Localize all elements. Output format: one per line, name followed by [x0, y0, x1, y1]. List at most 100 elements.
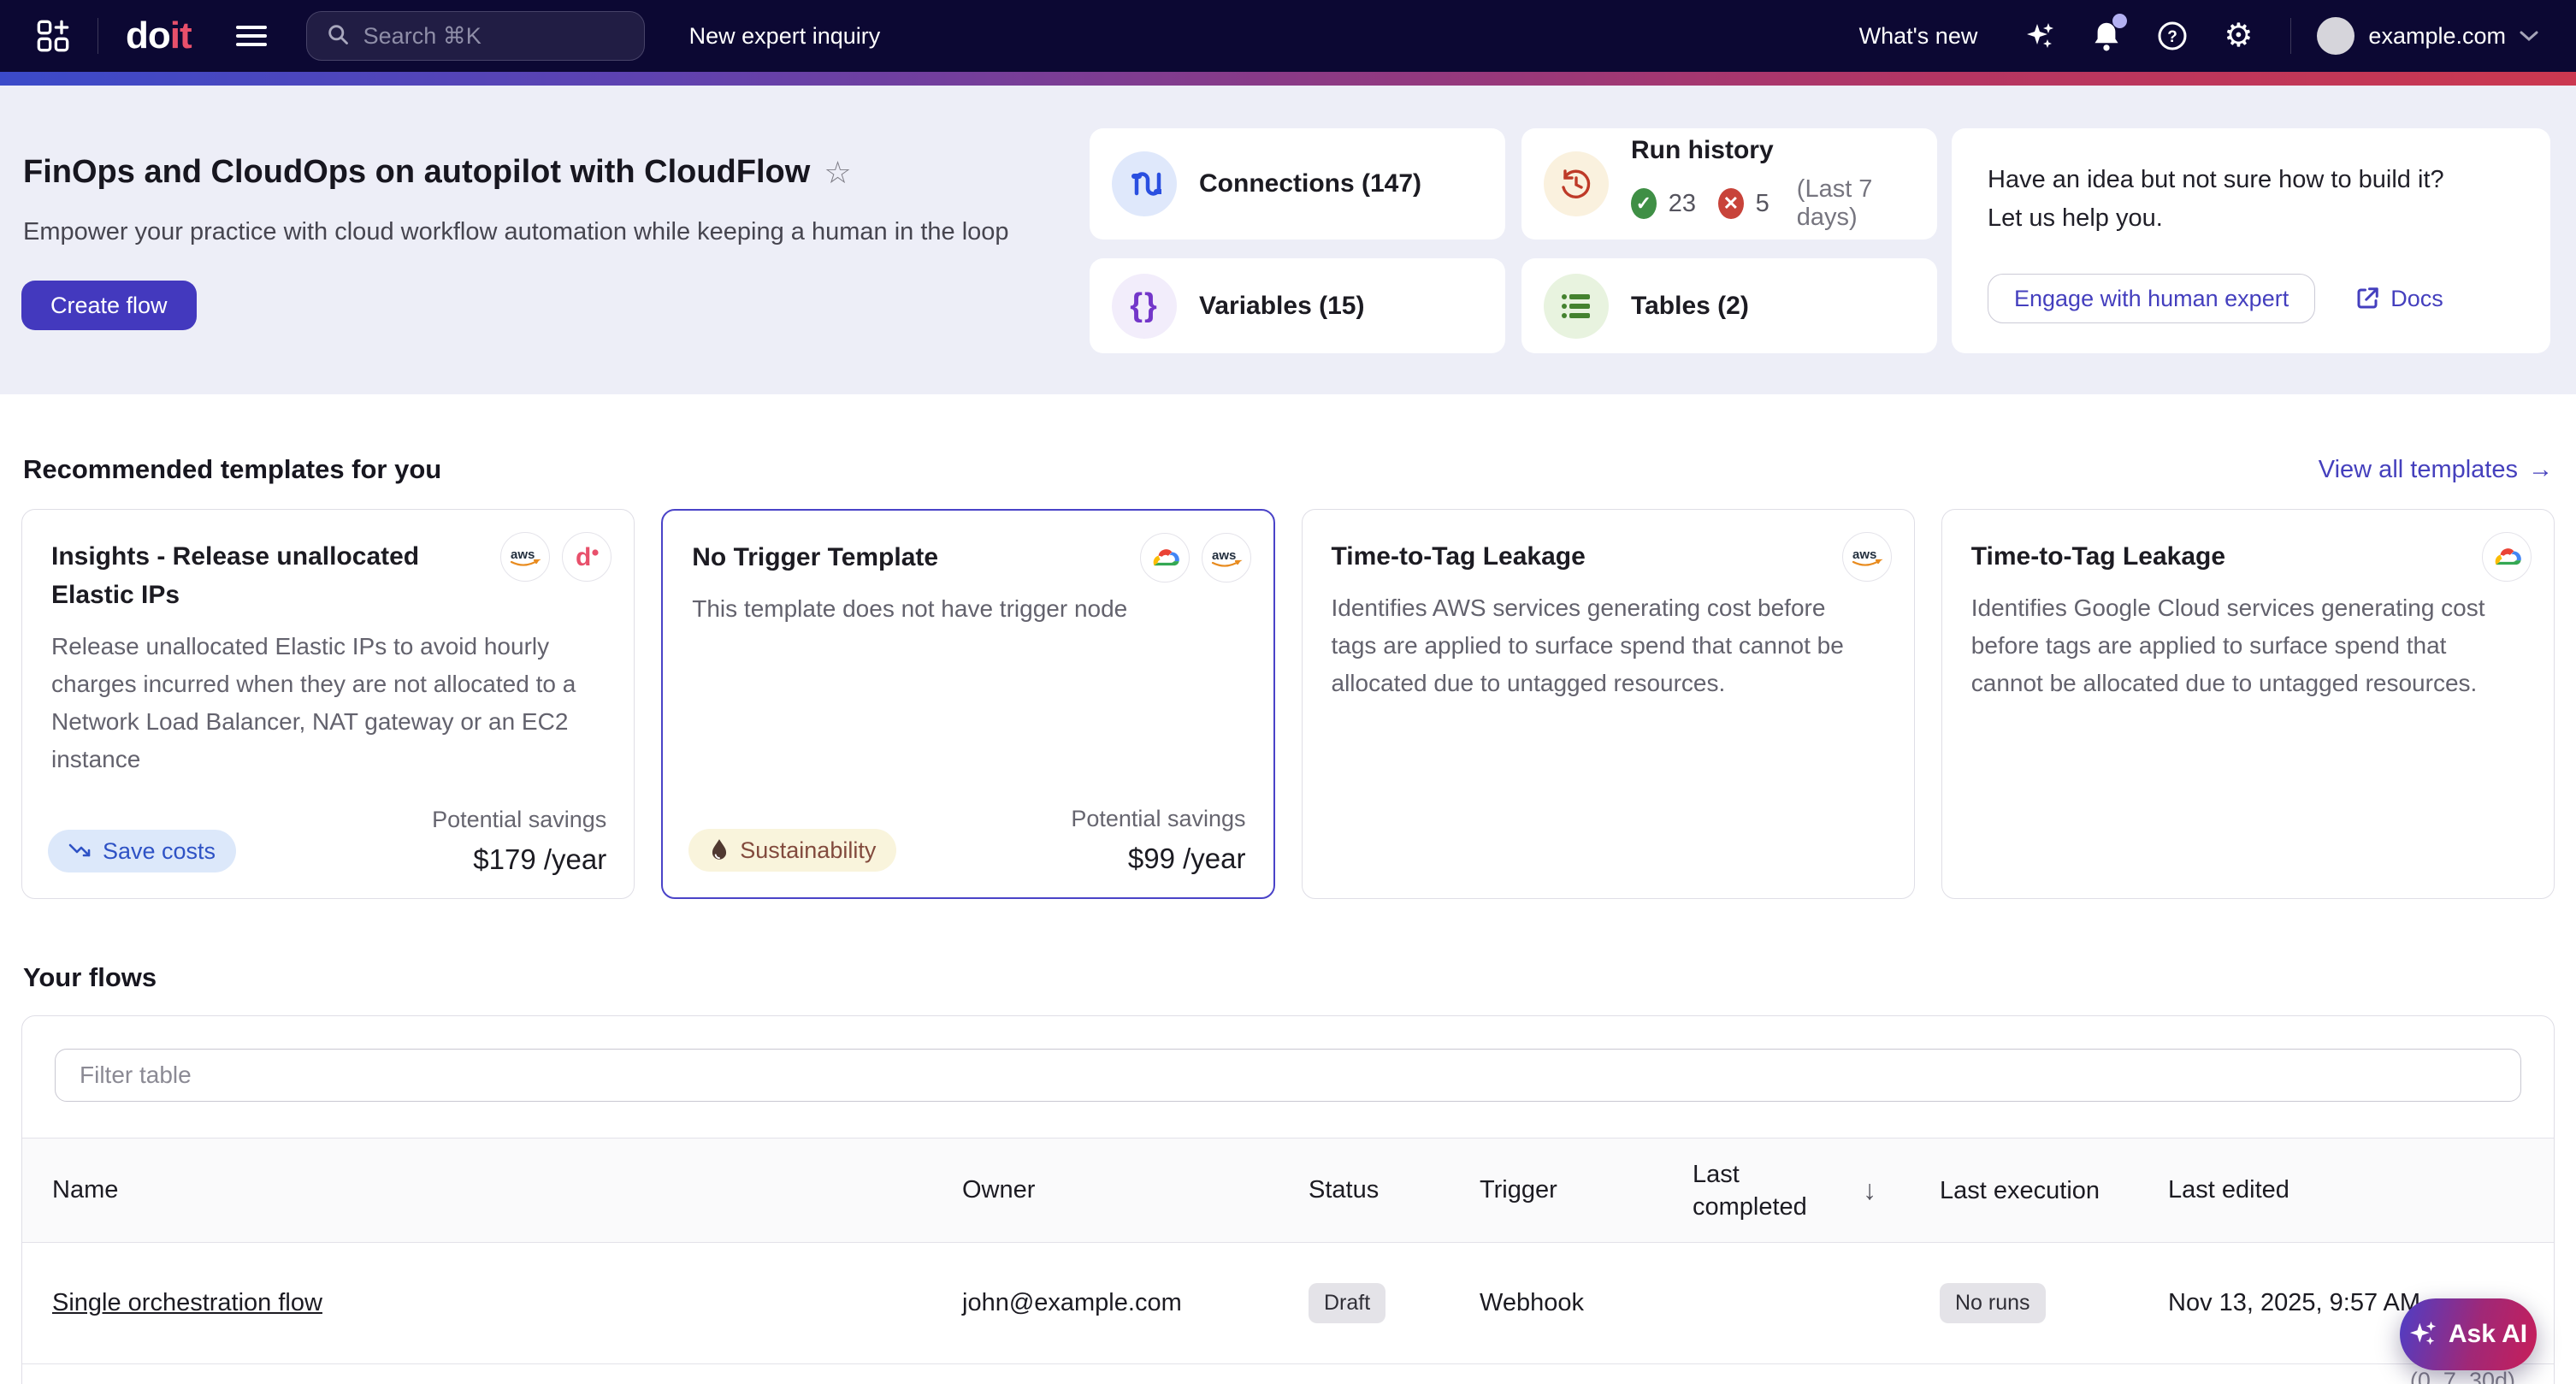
- templates-heading: Recommended templates for you: [23, 454, 441, 485]
- view-all-templates-link[interactable]: View all templates →: [2319, 456, 2553, 484]
- column-header-status[interactable]: Status: [1309, 1176, 1480, 1204]
- column-header-name[interactable]: Name: [52, 1176, 962, 1204]
- expert-line-1: Have an idea but not sure how to build i…: [1988, 161, 2514, 199]
- column-header-owner[interactable]: Owner: [962, 1176, 1309, 1204]
- navbar-right: What's new ? ⚙ example.com: [1859, 17, 2540, 55]
- status-badge: Draft: [1309, 1283, 1385, 1323]
- savings-label: Potential savings: [1071, 806, 1245, 832]
- docs-link[interactable]: Docs: [2354, 286, 2443, 312]
- column-header-last-execution[interactable]: Last execution: [1940, 1174, 2168, 1207]
- connections-card[interactable]: Connections (147): [1090, 128, 1505, 240]
- create-flow-button[interactable]: Create flow: [21, 281, 197, 330]
- sort-descending-icon[interactable]: ↓: [1863, 1174, 1876, 1206]
- help-icon[interactable]: ?: [2157, 21, 2188, 51]
- filter-table-input[interactable]: [55, 1049, 2521, 1102]
- page-subtitle: Empower your practice with cloud workflo…: [23, 218, 1009, 246]
- account-name[interactable]: example.com: [2368, 23, 2506, 50]
- template-description: Identifies Google Cloud services generat…: [1971, 589, 2525, 702]
- navbar-divider: [97, 18, 98, 54]
- search-input[interactable]: Search ⌘K: [306, 11, 645, 61]
- app-launcher-icon[interactable]: [36, 19, 70, 53]
- template-card-no-trigger[interactable]: aws No Trigger Template This template do…: [661, 509, 1274, 899]
- svg-text:?: ?: [2168, 28, 2178, 46]
- ai-sparkles-icon[interactable]: [2025, 21, 2056, 51]
- svg-text:aws: aws: [1852, 547, 1876, 562]
- tables-card[interactable]: Tables (2): [1521, 258, 1937, 353]
- expert-help-card: Have an idea but not sure how to build i…: [1952, 128, 2550, 353]
- settings-gear-icon[interactable]: ⚙: [2224, 20, 2253, 52]
- expert-line-2: Let us help you.: [1988, 199, 2514, 238]
- chip-label: Sustainability: [740, 837, 876, 864]
- flow-name-link[interactable]: Single orchestration flow: [52, 1289, 322, 1316]
- navbar-divider-right: [2290, 18, 2291, 54]
- chevron-down-icon[interactable]: [2518, 28, 2540, 44]
- template-card-time-to-tag-gcp[interactable]: Time-to-Tag Leakage Identifies Google Cl…: [1941, 509, 2555, 899]
- flow-status-cell: Draft: [1309, 1283, 1480, 1323]
- notifications-bell-icon[interactable]: [2092, 21, 2121, 51]
- table-row: Single orchestration flow john@example.c…: [22, 1243, 2554, 1364]
- variables-icon: {}: [1112, 274, 1177, 339]
- flow-name-cell: Single orchestration flow: [52, 1289, 962, 1317]
- chip-label: Save costs: [103, 838, 216, 865]
- table-header-row: Name Owner Status Trigger Last completed…: [22, 1138, 2554, 1243]
- doit-logo-icon: d: [562, 532, 612, 582]
- page-title-text: FinOps and CloudOps on autopilot with Cl…: [23, 154, 810, 191]
- google-cloud-logo-icon: [2482, 532, 2532, 582]
- run-history-title: Run history: [1631, 136, 1915, 165]
- google-cloud-logo-icon: [1140, 533, 1190, 583]
- savings-block: Potential savings $179 /year: [432, 807, 606, 876]
- template-description: Identifies AWS services generating cost …: [1332, 589, 1885, 702]
- search-placeholder: Search ⌘K: [363, 23, 482, 50]
- ask-ai-button[interactable]: Ask AI: [2400, 1298, 2537, 1370]
- clipped-footer-fragment: (0, 7, 30d): [22, 1368, 2554, 1384]
- run-history-stats: ✓ 23 ✕ 5 (Last 7 days): [1631, 175, 1915, 232]
- sparkles-icon: [2409, 1320, 2438, 1349]
- template-description: This template does not have trigger node: [692, 590, 1244, 628]
- column-header-last-edited[interactable]: Last edited: [2168, 1176, 2554, 1204]
- templates-header: Recommended templates for you View all t…: [23, 454, 2553, 485]
- logo-do: do: [126, 15, 170, 57]
- last-completed-label: Last completed: [1693, 1158, 1842, 1223]
- docs-label: Docs: [2390, 286, 2443, 312]
- avatar[interactable]: [2317, 17, 2354, 55]
- doit-logo[interactable]: doit: [126, 15, 192, 57]
- flow-owner-cell: john@example.com: [962, 1289, 1309, 1317]
- trending-down-icon: [68, 841, 92, 861]
- variables-card[interactable]: {} Variables (15): [1090, 258, 1505, 353]
- connections-icon: [1112, 151, 1177, 216]
- new-expert-inquiry-link[interactable]: New expert inquiry: [689, 23, 881, 50]
- tables-icon: [1544, 274, 1609, 339]
- search-icon: [326, 22, 350, 50]
- success-count: 23: [1669, 190, 1696, 218]
- favorite-star-icon[interactable]: ☆: [824, 155, 851, 191]
- svg-text:aws: aws: [511, 547, 535, 562]
- ask-ai-label: Ask AI: [2449, 1320, 2527, 1349]
- aws-logo-icon: aws: [1202, 533, 1251, 583]
- template-title: Time-to-Tag Leakage: [1332, 537, 1759, 576]
- column-header-last-completed[interactable]: Last completed ↓: [1693, 1158, 1940, 1223]
- flow-trigger-cell: Webhook: [1480, 1289, 1693, 1317]
- template-card-time-to-tag-aws[interactable]: aws Time-to-Tag Leakage Identifies AWS s…: [1302, 509, 1915, 899]
- your-flows-heading: Your flows: [23, 962, 2553, 993]
- hero-section: FinOps and CloudOps on autopilot with Cl…: [0, 86, 2576, 394]
- logo-it: it: [170, 15, 192, 57]
- template-card-elastic-ips[interactable]: aws d Insights - Release unallocated Ela…: [21, 509, 635, 899]
- save-costs-chip: Save costs: [48, 830, 236, 872]
- svg-text:d: d: [576, 543, 591, 571]
- template-title: No Trigger Template: [692, 538, 1120, 577]
- template-cards-row: aws d Insights - Release unallocated Ela…: [21, 509, 2555, 899]
- run-history-icon: [1544, 151, 1609, 216]
- run-history-card[interactable]: Run history ✓ 23 ✕ 5 (Last 7 days): [1521, 128, 1937, 240]
- expert-actions: Engage with human expert Docs: [1988, 274, 2514, 323]
- column-header-trigger[interactable]: Trigger: [1480, 1176, 1693, 1204]
- savings-block: Potential savings $99 /year: [1071, 806, 1245, 875]
- whats-new-link[interactable]: What's new: [1859, 23, 1978, 50]
- menu-icon[interactable]: [236, 25, 267, 47]
- engage-expert-button[interactable]: Engage with human expert: [1988, 274, 2315, 323]
- connections-label: Connections (147): [1199, 169, 1421, 198]
- variables-label: Variables (15): [1199, 292, 1364, 321]
- failed-count: 5: [1756, 190, 1770, 218]
- no-runs-badge: No runs: [1940, 1283, 2046, 1323]
- provider-badges: [2482, 532, 2532, 582]
- external-link-icon: [2354, 286, 2380, 311]
